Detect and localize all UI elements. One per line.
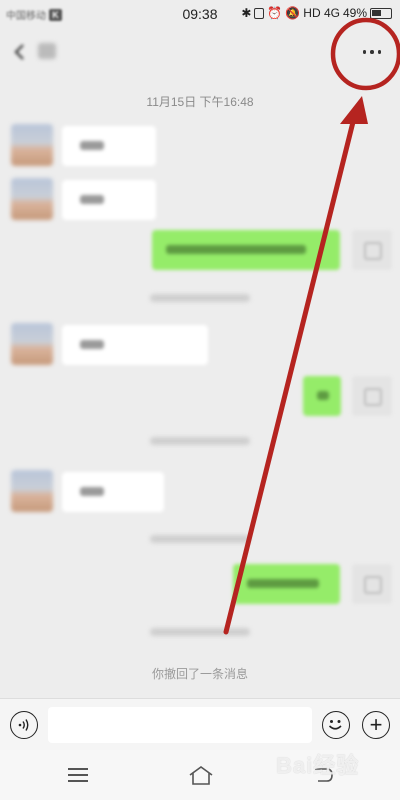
message-input[interactable] xyxy=(48,707,312,743)
self-avatar[interactable] xyxy=(352,564,392,604)
outgoing-message[interactable] xyxy=(233,564,340,604)
input-bar: + xyxy=(0,698,400,750)
blurred-timestamp xyxy=(150,294,250,302)
contact-avatar[interactable] xyxy=(11,178,53,220)
chat-messages[interactable]: 11月15日 下午16:48 你撤回了一条消息 xyxy=(0,76,400,698)
back-icon[interactable] xyxy=(312,765,334,785)
incoming-message[interactable] xyxy=(62,325,208,365)
bluetooth-icon: ✱ xyxy=(241,6,252,20)
blurred-timestamp xyxy=(150,437,250,445)
more-dot xyxy=(362,50,367,54)
home-icon[interactable] xyxy=(188,764,214,786)
contact-avatar[interactable] xyxy=(11,323,53,365)
voice-wave-icon xyxy=(18,719,29,731)
back-arrow-icon[interactable] xyxy=(10,42,30,62)
incoming-message[interactable] xyxy=(62,180,156,220)
voice-icon[interactable] xyxy=(10,711,38,739)
incoming-message[interactable] xyxy=(62,472,164,512)
message-timestamp: 11月15日 下午16:48 xyxy=(146,95,254,109)
incoming-message[interactable] xyxy=(62,126,156,166)
battery-icon xyxy=(370,7,392,19)
more-dot xyxy=(377,50,382,54)
more-options-button[interactable] xyxy=(350,40,394,64)
status-bar: 中国移动 K 09:38 ✱ ⏰ 🔕 HD 4G 49% xyxy=(0,0,400,28)
mute-icon: 🔕 xyxy=(285,6,301,20)
blurred-timestamp xyxy=(150,628,250,636)
plus-icon[interactable]: + xyxy=(362,711,390,739)
outgoing-message[interactable] xyxy=(152,230,340,270)
contact-avatar[interactable] xyxy=(11,470,53,512)
alarm-icon: ⏰ xyxy=(267,6,283,20)
battery-percent: 49% xyxy=(342,6,367,20)
emoji-icon[interactable] xyxy=(322,711,350,739)
chat-header xyxy=(0,28,400,76)
vibrate-icon xyxy=(254,7,265,19)
contact-avatar[interactable] xyxy=(11,124,53,166)
network-label: HD 4G xyxy=(303,6,340,20)
contact-name xyxy=(38,43,56,59)
system-nav-bar xyxy=(0,750,400,800)
status-icons: ✱ ⏰ 🔕 HD 4G 49% xyxy=(241,6,392,20)
self-avatar[interactable] xyxy=(352,376,392,416)
menu-icon[interactable] xyxy=(68,768,88,782)
recall-notice: 你撤回了一条消息 xyxy=(151,667,248,681)
outgoing-message[interactable] xyxy=(303,376,341,416)
smiley-face-icon xyxy=(328,720,342,730)
blurred-timestamp xyxy=(150,535,250,543)
self-avatar[interactable] xyxy=(352,230,392,270)
more-dot xyxy=(370,50,374,54)
